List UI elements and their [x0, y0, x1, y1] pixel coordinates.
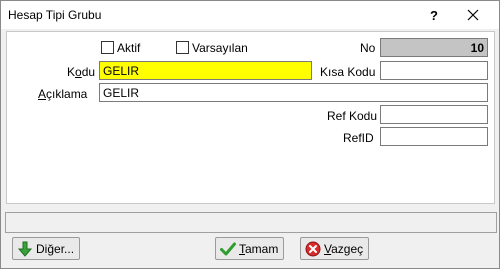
aktif-label: Aktif	[117, 41, 141, 55]
vazgec-button[interactable]: Vazgeç	[300, 237, 370, 260]
status-bar	[5, 212, 497, 233]
checkmark-icon	[220, 242, 236, 255]
aciklama-input[interactable]: GELIR	[99, 83, 488, 102]
no-field: 10	[380, 38, 488, 57]
arrow-down-icon	[17, 241, 33, 257]
no-label: No	[360, 41, 376, 55]
diger-button[interactable]: Diğer...	[12, 237, 81, 260]
varsayilan-checkbox[interactable]	[176, 41, 189, 54]
close-button[interactable]	[453, 1, 493, 29]
kodu-label: Kodu	[67, 65, 96, 79]
varsayilan-label: Varsayılan	[192, 41, 248, 55]
kodu-input[interactable]: GELIR	[99, 61, 312, 80]
kisa-kodu-input[interactable]	[380, 61, 488, 80]
kisa-kodu-label: Kısa Kodu	[320, 65, 376, 79]
dialog-window: Hesap Tipi Grubu ? Aktif Varsayılan No 1…	[0, 0, 500, 269]
refid-label: RefID	[343, 131, 374, 145]
form-panel: Aktif Varsayılan No 10 Kodu GELIR Kısa K…	[6, 31, 495, 204]
tamam-button[interactable]: Tamam	[215, 237, 285, 260]
aktif-checkbox[interactable]	[101, 41, 114, 54]
diger-label: Diğer...	[36, 241, 75, 256]
tamam-label: Tamam	[239, 241, 279, 256]
help-button[interactable]: ?	[414, 1, 454, 29]
cancel-icon	[305, 241, 321, 256]
ref-kodu-input[interactable]	[380, 105, 488, 124]
window-title: Hesap Tipi Grubu	[8, 8, 102, 22]
help-icon: ?	[430, 7, 438, 23]
aciklama-label: Açıklama	[38, 87, 88, 101]
title-bar: Hesap Tipi Grubu ?	[1, 1, 499, 29]
refid-input[interactable]	[380, 127, 488, 146]
close-icon	[467, 9, 479, 21]
vazgec-label: Vazgeç	[324, 241, 364, 256]
ref-kodu-label: Ref Kodu	[327, 109, 378, 123]
